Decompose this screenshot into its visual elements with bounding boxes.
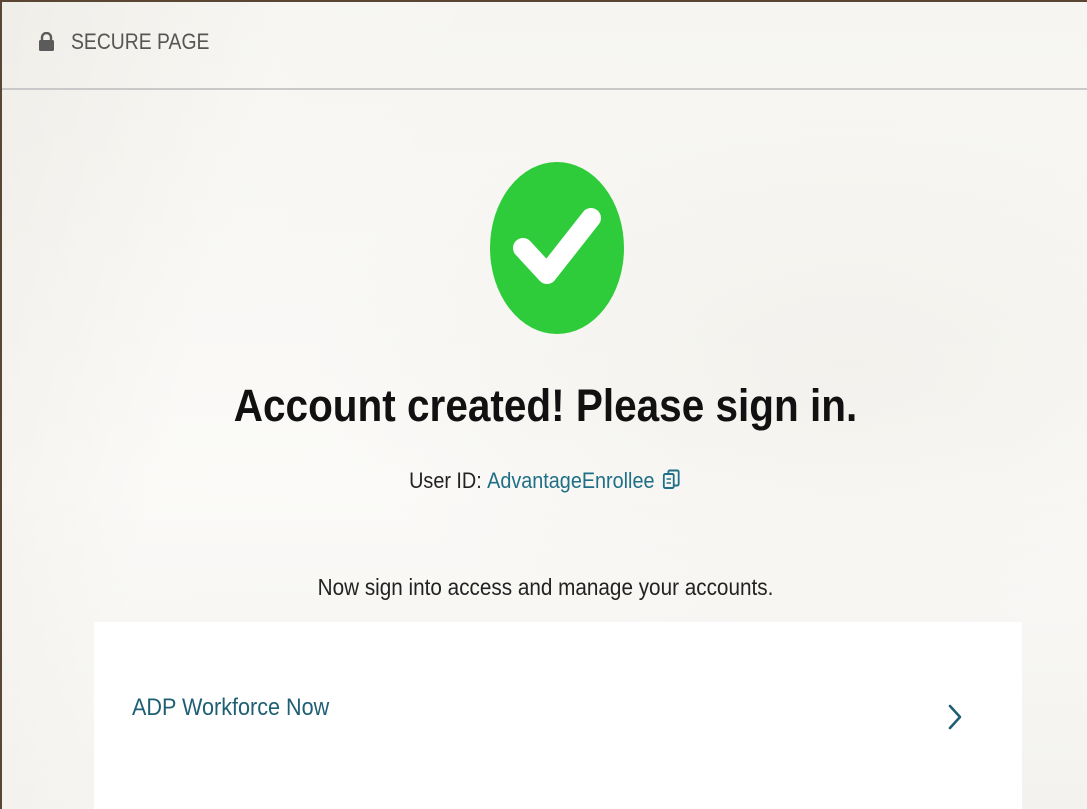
- check-circle-icon: [490, 162, 624, 334]
- page-title: Account created! Please sign in.: [233, 380, 858, 431]
- secure-page-label: SECURE PAGE: [71, 29, 210, 54]
- secure-page-bar: SECURE PAGE: [2, 2, 1087, 90]
- copy-icon[interactable]: [662, 469, 682, 493]
- user-id-label: User ID:: [409, 468, 482, 493]
- sign-in-instructions: Now sign into access and manage your acc…: [317, 574, 774, 600]
- account-item-adp-workforce-now[interactable]: ADP Workforce Now: [94, 622, 1022, 809]
- user-id-row: User ID: AdvantageEnrollee: [2, 468, 1087, 494]
- user-id-value: AdvantageEnrollee: [487, 468, 655, 493]
- account-item-label: ADP Workforce Now: [132, 694, 330, 721]
- page-frame: SECURE PAGE Account created! Please sign…: [0, 0, 1087, 809]
- chevron-right-icon: [948, 704, 962, 730]
- lock-icon: [39, 32, 54, 51]
